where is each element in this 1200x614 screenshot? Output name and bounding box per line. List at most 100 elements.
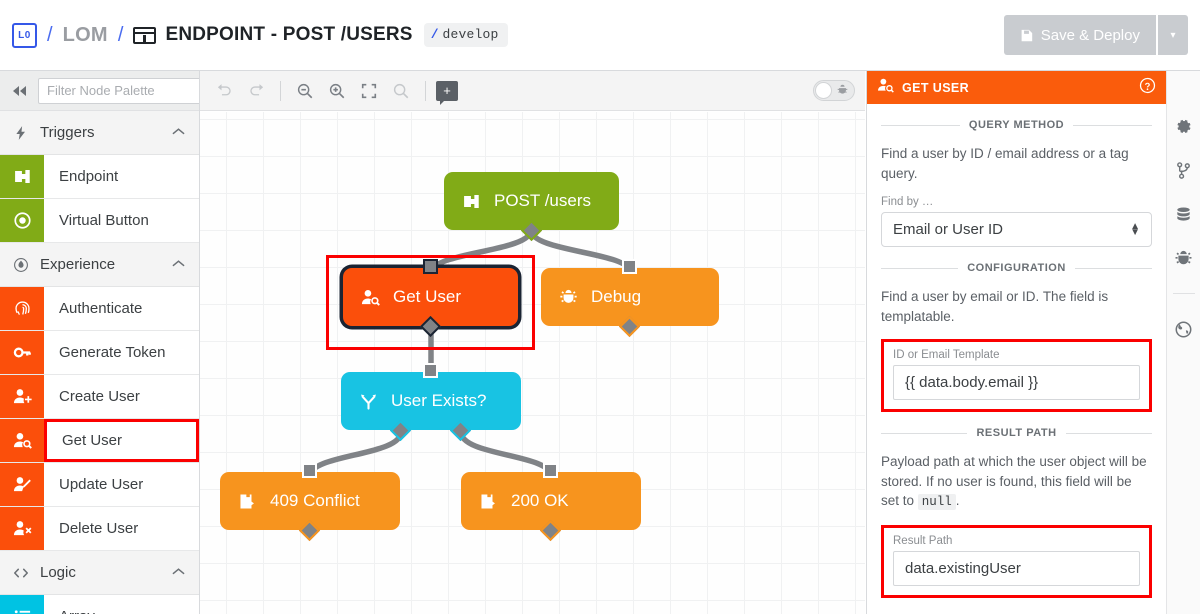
right-icon-rail [1166, 71, 1200, 614]
palette-group-logic[interactable]: Logic [0, 551, 199, 595]
settings-gear-icon[interactable] [1173, 115, 1195, 137]
zoom-in-icon[interactable] [323, 77, 351, 105]
help-circle-icon[interactable] [1139, 77, 1156, 99]
reply-icon [479, 492, 498, 511]
node-input-port[interactable] [302, 463, 317, 478]
bug-icon[interactable] [1173, 247, 1195, 269]
debug-mode-toggle[interactable] [813, 80, 855, 101]
flow-canvas[interactable]: + POST /users Get User Debug User Exists? 40… [200, 71, 865, 614]
branch-icon [359, 392, 378, 411]
logo-mark[interactable]: L0 [12, 22, 37, 48]
experience-icon [12, 257, 30, 273]
node-inspector-panel: GET USER QUERY METHOD Find a user by ID /… [866, 71, 1166, 614]
flow-node-label: User Exists? [391, 391, 487, 410]
flow-node-409-conflict[interactable]: 409 Conflict [220, 463, 400, 542]
undo-icon[interactable] [210, 77, 238, 105]
field-group: Find by … Email or User ID ▲ ▼ [881, 196, 1152, 248]
globe-icon[interactable] [1173, 318, 1195, 340]
app-root: L0 / LOM / ENDPOINT - POST /USERS / deve… [0, 0, 1200, 614]
palette-item-generate-token[interactable]: Generate Token [0, 331, 199, 375]
field-label: Result Path [893, 534, 953, 547]
chevron-up-icon [172, 259, 185, 271]
breadcrumb-org[interactable]: LOM [63, 24, 108, 47]
breadcrumb-separator-2: / [117, 23, 124, 46]
palette-group-label: Experience [40, 256, 116, 273]
palette-item-authenticate[interactable]: Authenticate [0, 287, 199, 331]
description-text: Find a user by email or ID. The field is… [881, 289, 1109, 324]
palette-item-virtual-button[interactable]: Virtual Button [0, 199, 199, 243]
flow-node-200-ok[interactable]: 200 OK [461, 463, 641, 542]
save-disk-icon [1020, 29, 1033, 42]
branch-badge[interactable]: / develop [423, 23, 508, 47]
find-by-select[interactable]: Email or User ID ▲ ▼ [881, 212, 1152, 248]
git-branch-icon[interactable] [1173, 159, 1195, 181]
flow-node-debug[interactable]: Debug [541, 259, 719, 338]
save-dropdown-button[interactable]: ▾ [1156, 15, 1188, 55]
palette-group-label: Logic [40, 564, 76, 581]
palette-group-experience[interactable]: Experience [0, 243, 199, 287]
filter-node-palette-input[interactable] [38, 77, 199, 104]
flow-node-get-user[interactable]: Get User [343, 259, 518, 338]
palette-group-label: Triggers [40, 124, 95, 141]
user-edit-icon [0, 463, 44, 506]
section-title: RESULT PATH [976, 427, 1057, 440]
section-description: Find a user by ID / email address or a t… [881, 144, 1152, 183]
top-bar: L0 / LOM / ENDPOINT - POST /USERS / deve… [0, 0, 1200, 71]
palette-toolbar [0, 71, 199, 111]
section-title: CONFIGURATION [967, 262, 1066, 275]
section-description: Find a user by email or ID. The field is… [881, 287, 1152, 326]
palette-item-delete-user[interactable]: Delete User [0, 507, 199, 551]
node-input-port[interactable] [423, 259, 438, 274]
palette-item-label: Virtual Button [59, 212, 149, 229]
user-search-icon [361, 288, 380, 307]
lightning-icon [12, 125, 30, 141]
inline-code: null [917, 494, 956, 511]
zoom-out-icon[interactable] [291, 77, 319, 105]
save-and-deploy-button[interactable]: Save & Deploy [1003, 15, 1156, 55]
add-comment-icon[interactable]: + [436, 80, 458, 105]
collapse-palette-icon[interactable] [8, 85, 32, 96]
toolbar-divider-2 [425, 80, 426, 101]
logo-text: L0 [18, 29, 31, 41]
branch-icon: / [430, 27, 439, 42]
palette-item-get-user[interactable]: Get User [0, 419, 199, 463]
field-label: Find by … [881, 196, 934, 209]
palette-item-label: Authenticate [59, 300, 143, 317]
flow-node-post-users[interactable]: POST /users [444, 172, 619, 242]
bug-icon [837, 84, 848, 98]
inspector-header: GET USER [867, 71, 1166, 104]
key-icon [0, 331, 44, 374]
user-search-icon [877, 77, 894, 99]
search-icon [387, 77, 415, 105]
palette-item-endpoint[interactable]: Endpoint [0, 155, 199, 199]
palette-item-label: Delete User [59, 520, 139, 537]
description-suffix: . [955, 493, 960, 509]
divider-right [1073, 124, 1153, 126]
canvas-grid[interactable]: POST /users Get User Debug User Exists? 409 … [200, 112, 865, 614]
branch-name: develop [442, 27, 499, 42]
field-value: Email or User ID [893, 221, 1004, 239]
fingerprint-icon [0, 287, 44, 330]
top-bar-actions: Save & Deploy ▾ [1003, 15, 1200, 55]
palette-group-triggers[interactable]: Triggers [0, 111, 199, 155]
palette-item-update-user[interactable]: Update User [0, 463, 199, 507]
inspector-sections: QUERY METHOD Find a user by ID / email ad… [867, 119, 1166, 598]
node-input-port[interactable] [622, 259, 637, 274]
redo-icon[interactable] [242, 77, 270, 105]
section-title: QUERY METHOD [968, 119, 1065, 131]
user-delete-icon [0, 507, 44, 550]
field-group: Result Path data.existingUser [881, 524, 1152, 598]
divider-right [1065, 432, 1152, 434]
field-input[interactable]: data.existingUser [893, 550, 1140, 586]
user-search-icon [0, 419, 44, 462]
node-input-port[interactable] [543, 463, 558, 478]
node-input-port[interactable] [423, 363, 438, 378]
palette-item-create-user[interactable]: Create User [0, 375, 199, 419]
database-icon[interactable] [1173, 203, 1195, 225]
palette-item-label: Array [44, 595, 199, 614]
fit-screen-icon[interactable] [355, 77, 383, 105]
palette-item-label: Endpoint [59, 168, 119, 185]
palette-item-array[interactable]: Array [0, 595, 199, 614]
flow-node-user-exists[interactable]: User Exists? [341, 363, 521, 442]
field-input[interactable]: {{ data.body.email }} [893, 365, 1140, 401]
